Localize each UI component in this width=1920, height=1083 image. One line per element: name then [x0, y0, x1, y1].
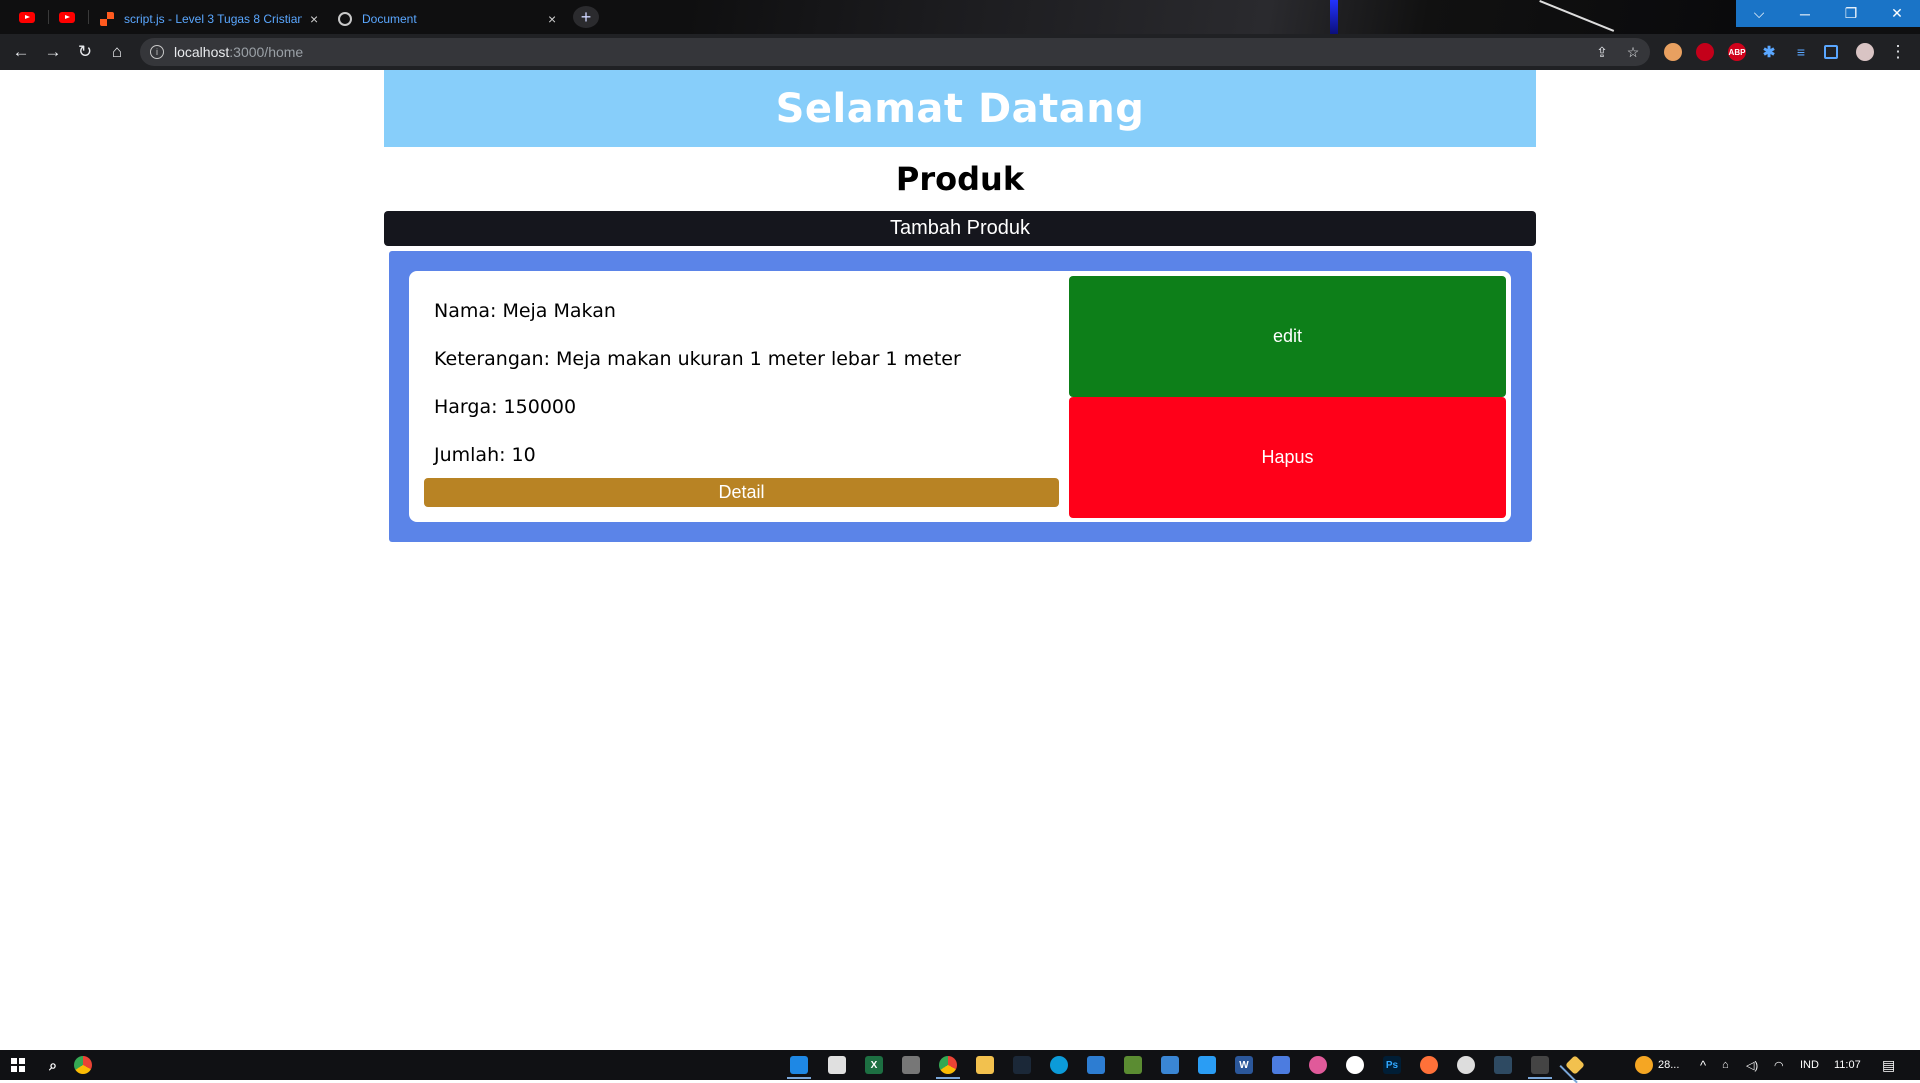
- product-info: Nama: Meja Makan Keterangan: Meja makan …: [434, 287, 1054, 479]
- windows-taskbar: ⌕ X W Ps 28... ^ ⌂ ◁) ◠ IND 11:07 ▤: [0, 1050, 1920, 1080]
- app-icon[interactable]: [1565, 1055, 1585, 1075]
- detail-button[interactable]: Detail: [424, 478, 1059, 507]
- browser-titlebar: script.js - Level 3 Tugas 8 Cristian × D…: [0, 0, 1920, 34]
- extensions-puzzle-icon[interactable]: ✱: [1760, 43, 1778, 61]
- product-name: Nama: Meja Makan: [434, 300, 616, 322]
- weather-icon[interactable]: [1635, 1056, 1653, 1074]
- youtube-icon: [59, 11, 75, 23]
- word-icon[interactable]: W: [1235, 1056, 1253, 1074]
- youtube-icon: [19, 11, 35, 23]
- edit-button[interactable]: edit: [1069, 276, 1506, 397]
- app-icon[interactable]: [1457, 1056, 1475, 1074]
- file-explorer-icon[interactable]: [976, 1056, 994, 1074]
- product-list: Nama: Meja Makan Keterangan: Meja makan …: [389, 251, 1532, 542]
- edge-icon[interactable]: [1050, 1056, 1068, 1074]
- volume-icon[interactable]: ◁): [1746, 1050, 1758, 1080]
- site-info-icon[interactable]: i: [150, 45, 164, 59]
- address-host: localhost: [174, 44, 230, 60]
- section-title: Produk: [895, 160, 1025, 198]
- tab-title: script.js - Level 3 Tugas 8 Cristian: [124, 12, 302, 26]
- minecraft-icon[interactable]: [1124, 1056, 1142, 1074]
- pinned-tab-youtube-2[interactable]: [52, 6, 82, 28]
- wifi-icon[interactable]: ◠: [1774, 1050, 1784, 1080]
- windows-start-icon[interactable]: [9, 1056, 27, 1074]
- app-icon[interactable]: [1161, 1056, 1179, 1074]
- clock[interactable]: 11:07: [1834, 1050, 1861, 1080]
- language-indicator[interactable]: IND: [1800, 1050, 1819, 1080]
- share-icon[interactable]: ⇪: [1590, 38, 1614, 66]
- hero-title: Selamat Datang: [775, 85, 1145, 132]
- excel-icon[interactable]: X: [865, 1056, 883, 1074]
- notepad-icon[interactable]: [828, 1056, 846, 1074]
- tab-document[interactable]: Document ×: [328, 4, 567, 34]
- product-card: Nama: Meja Makan Keterangan: Meja makan …: [409, 271, 1511, 522]
- back-button[interactable]: ←: [9, 40, 33, 64]
- terminal-icon[interactable]: [1528, 1056, 1552, 1079]
- network-icon[interactable]: ⌂: [1722, 1050, 1729, 1080]
- photoshop-icon[interactable]: Ps: [1383, 1056, 1401, 1074]
- weather-temp[interactable]: 28...: [1658, 1050, 1679, 1080]
- reload-button[interactable]: ↻: [73, 40, 97, 64]
- notifications-icon[interactable]: ▤: [1882, 1050, 1895, 1080]
- chrome-icon[interactable]: [74, 1056, 92, 1074]
- side-panel-icon[interactable]: [1824, 45, 1838, 59]
- restore-button[interactable]: ❐: [1828, 0, 1874, 27]
- chrome-taskbar-icon[interactable]: [936, 1056, 960, 1079]
- tab-separator: [88, 10, 89, 24]
- close-window-button[interactable]: ✕: [1874, 0, 1920, 27]
- vscode-icon[interactable]: [787, 1056, 811, 1079]
- tab-separator: [48, 10, 49, 24]
- address-bar[interactable]: i localhost:3000/home ⇪ ☆: [140, 38, 1650, 66]
- minimize-button[interactable]: ─: [1782, 0, 1828, 27]
- steam-icon[interactable]: [1013, 1056, 1031, 1074]
- product-price: Harga: 150000: [434, 396, 577, 418]
- close-tab-icon[interactable]: ×: [548, 11, 556, 27]
- firefox-icon[interactable]: [1420, 1056, 1438, 1074]
- add-product-button[interactable]: Tambah Produk: [384, 211, 1536, 246]
- app-icon[interactable]: [1309, 1056, 1327, 1074]
- web-page: Selamat Datang Produk Tambah Produk Nama…: [0, 70, 1920, 1050]
- browser-toolbar: ← → ↻ ⌂ i localhost:3000/home ⇪ ☆ ABP ✱ …: [0, 34, 1920, 103]
- globe-icon: [338, 12, 352, 26]
- tab-search-button[interactable]: ⌵: [1736, 0, 1782, 27]
- hero-banner: Selamat Datang: [384, 70, 1536, 147]
- code-file-icon: [100, 12, 114, 26]
- app-icon[interactable]: [902, 1056, 920, 1074]
- search-icon[interactable]: ⌕: [44, 1056, 62, 1074]
- address-path: :3000/home: [229, 44, 304, 60]
- app-icon[interactable]: [1272, 1056, 1290, 1074]
- delete-button[interactable]: Hapus: [1069, 397, 1506, 518]
- app-icon[interactable]: [1346, 1056, 1364, 1074]
- pinned-tab-youtube-1[interactable]: [12, 6, 42, 28]
- forward-button[interactable]: →: [41, 40, 65, 64]
- extension-youtube-icon[interactable]: [1696, 43, 1714, 61]
- tab-script-js[interactable]: script.js - Level 3 Tugas 8 Cristian ×: [90, 4, 328, 34]
- new-tab-button[interactable]: +: [573, 6, 599, 28]
- tab-title: Document: [362, 12, 417, 26]
- product-description: Keterangan: Meja makan ukuran 1 meter le…: [434, 348, 961, 370]
- profile-avatar[interactable]: [1856, 43, 1874, 61]
- adblock-plus-icon[interactable]: ABP: [1728, 43, 1746, 61]
- app-icon[interactable]: [1494, 1056, 1512, 1074]
- product-quantity: Jumlah: 10: [434, 444, 536, 466]
- extension-icon[interactable]: [1664, 43, 1682, 61]
- store-icon[interactable]: [1087, 1056, 1105, 1074]
- browser-menu-icon[interactable]: ⋮: [1886, 40, 1910, 64]
- app-icon[interactable]: [1198, 1056, 1216, 1074]
- close-tab-icon[interactable]: ×: [310, 11, 318, 27]
- tray-chevron-icon[interactable]: ^: [1700, 1050, 1706, 1080]
- wallpaper-streak: [1330, 0, 1338, 34]
- home-button[interactable]: ⌂: [105, 40, 129, 64]
- bookmark-star-icon[interactable]: ☆: [1621, 38, 1645, 66]
- media-controls-icon[interactable]: ≡: [1792, 43, 1810, 61]
